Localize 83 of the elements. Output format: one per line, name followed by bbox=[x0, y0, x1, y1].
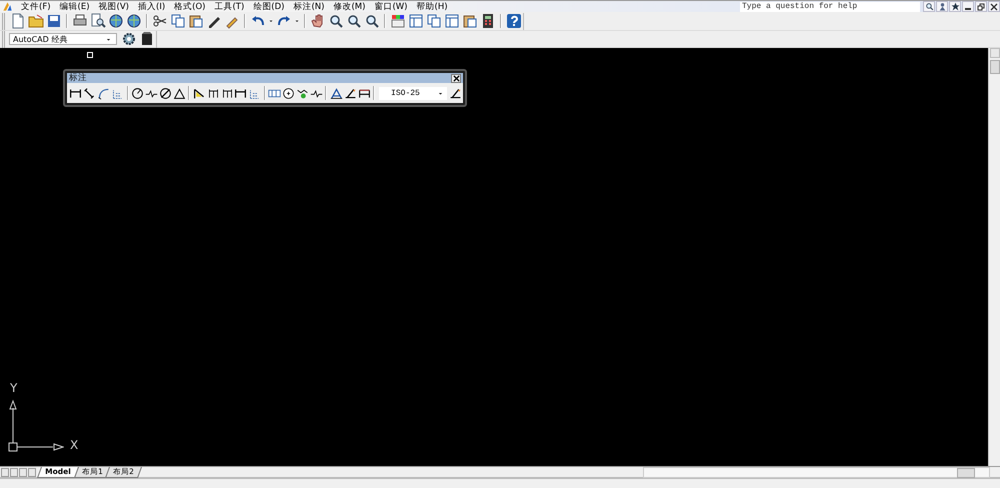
center-mark-icon bbox=[282, 86, 296, 100]
menu-item[interactable]: 标注(N) bbox=[289, 0, 330, 12]
dimension-edit-icon bbox=[344, 86, 357, 100]
page-magnifier-button[interactable] bbox=[89, 12, 107, 30]
baseline-dimension-icon bbox=[206, 86, 220, 100]
person-icon bbox=[938, 2, 946, 11]
minimize-icon bbox=[965, 8, 971, 10]
scrollbar-thumb[interactable] bbox=[957, 468, 975, 478]
quick-dimension-icon bbox=[192, 86, 206, 100]
disk-button[interactable] bbox=[45, 12, 63, 30]
toolbar-title: 标注 bbox=[69, 72, 87, 84]
copy-icon bbox=[170, 13, 186, 29]
calculator-icon bbox=[480, 13, 496, 29]
aligned-dimension-icon bbox=[83, 86, 96, 100]
globe-button[interactable] bbox=[107, 12, 125, 30]
globe-icon bbox=[126, 13, 142, 29]
communication-button[interactable] bbox=[936, 1, 948, 12]
dimension-update-icon bbox=[358, 86, 371, 100]
circle-radius-icon bbox=[131, 86, 144, 100]
gear-button[interactable] bbox=[120, 30, 138, 48]
panel-icon bbox=[408, 13, 424, 29]
circle-diameter-icon bbox=[158, 86, 172, 100]
pickbox-cursor-icon bbox=[87, 52, 93, 58]
arc-icon bbox=[97, 86, 110, 100]
dimension-line-icon bbox=[234, 86, 248, 100]
menu-item[interactable]: 文件(F) bbox=[17, 0, 56, 12]
ucs-axes-icon bbox=[8, 398, 64, 454]
close-button[interactable] bbox=[988, 1, 1000, 12]
clipboard-icon bbox=[462, 13, 478, 29]
menu-item[interactable]: 绘图(D) bbox=[249, 0, 290, 12]
page-icon bbox=[10, 13, 26, 29]
restore-button[interactable] bbox=[975, 1, 987, 12]
gear-icon bbox=[121, 31, 137, 47]
menu-item[interactable]: 修改(M) bbox=[329, 0, 370, 12]
app-logo-icon[interactable] bbox=[2, 1, 13, 12]
panel-button[interactable] bbox=[407, 12, 425, 30]
magnifier-icon bbox=[346, 13, 362, 29]
color-swatch-button[interactable] bbox=[389, 12, 407, 30]
dimension-style-dropdown[interactable]: ISO-25 bbox=[379, 86, 447, 100]
close-icon bbox=[452, 74, 460, 82]
horizontal-scrollbar[interactable] bbox=[643, 466, 990, 478]
magnifier-icon bbox=[364, 13, 380, 29]
scrollbar-thumb[interactable] bbox=[990, 60, 1000, 74]
magnifier-icon bbox=[328, 13, 344, 29]
close-button[interactable] bbox=[451, 74, 461, 82]
panel-icon bbox=[444, 13, 460, 29]
close-icon bbox=[990, 2, 998, 10]
help-button[interactable] bbox=[505, 12, 523, 30]
menu-item[interactable]: 窗口(W) bbox=[370, 0, 412, 12]
copy-icon bbox=[426, 13, 442, 29]
menu-item[interactable]: 视图(V) bbox=[94, 0, 134, 12]
restore-icon bbox=[977, 2, 985, 10]
y-axis-label: Y bbox=[10, 382, 18, 394]
scissors-icon bbox=[152, 13, 168, 29]
triangle-icon bbox=[172, 86, 186, 100]
copy-button[interactable] bbox=[169, 12, 187, 30]
menu-item[interactable]: 工具(T) bbox=[210, 0, 250, 12]
globe-icon bbox=[108, 13, 124, 29]
page-magnifier-icon bbox=[90, 13, 106, 29]
globe-button[interactable] bbox=[125, 12, 143, 30]
star-icon bbox=[950, 2, 960, 11]
folder-icon bbox=[28, 13, 44, 29]
help-icon bbox=[506, 13, 522, 29]
favorites-button[interactable] bbox=[949, 1, 961, 12]
copy-button[interactable] bbox=[425, 12, 443, 30]
film-frame-icon bbox=[139, 31, 155, 47]
text-letter-icon bbox=[330, 86, 343, 100]
x-axis-label: X bbox=[70, 439, 78, 451]
help-search-field[interactable]: Type a question for help bbox=[740, 2, 920, 12]
panel-button[interactable] bbox=[443, 12, 461, 30]
menu-item[interactable]: 帮助(H) bbox=[412, 0, 453, 12]
clipboard-icon bbox=[188, 13, 204, 29]
baseline-dimension-icon bbox=[220, 86, 234, 100]
magnifier-icon bbox=[924, 2, 934, 11]
menu-item[interactable]: 插入(I) bbox=[134, 0, 170, 12]
search-button[interactable] bbox=[923, 1, 935, 12]
menu-item[interactable]: 格式(O) bbox=[170, 0, 210, 12]
menu-item[interactable]: 编辑(E) bbox=[56, 0, 95, 12]
minimize-button[interactable] bbox=[962, 1, 974, 12]
dimension-line-icon bbox=[69, 86, 82, 100]
workspace-dropdown[interactable]: AutoCAD 经典 bbox=[9, 33, 117, 45]
folder-button[interactable] bbox=[27, 12, 45, 30]
dimension-edit-icon bbox=[449, 86, 462, 100]
